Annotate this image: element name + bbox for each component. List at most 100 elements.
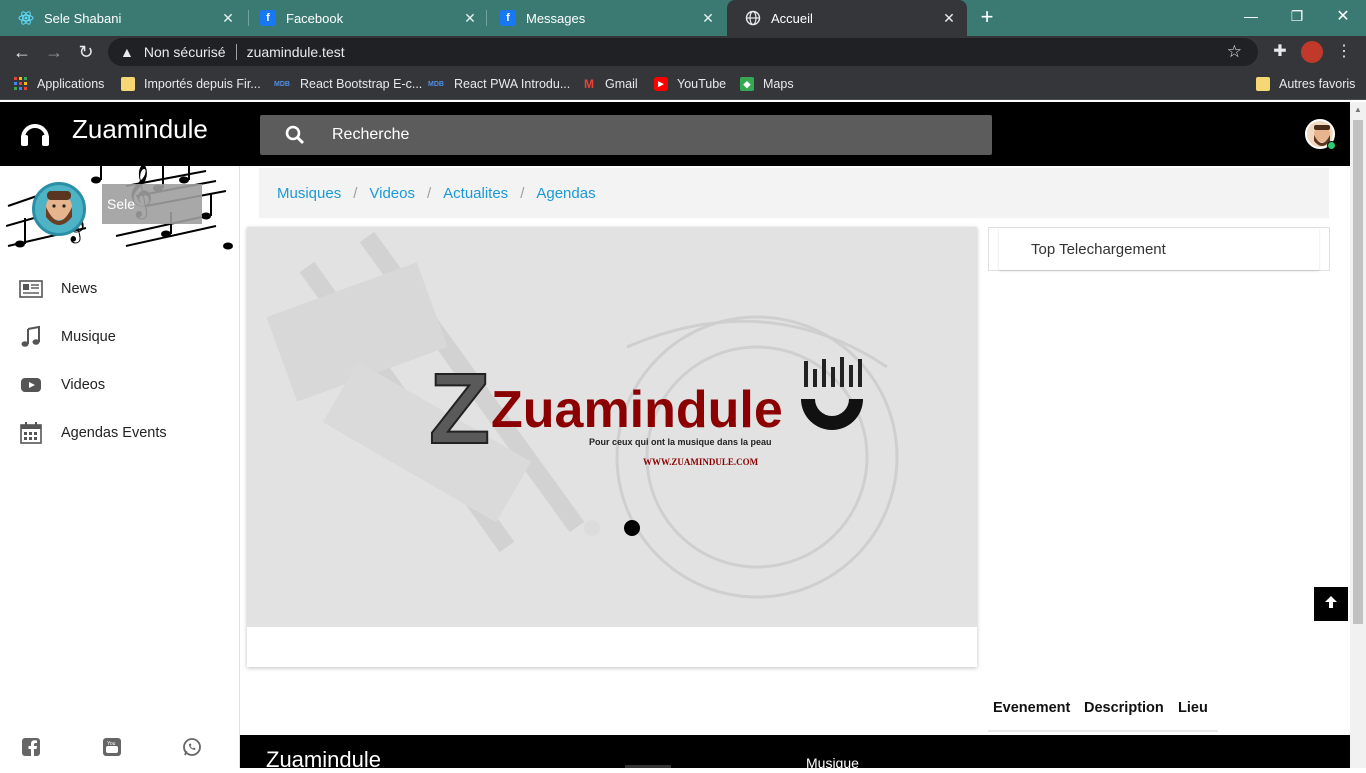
- sidebar-item-label: Musique: [61, 329, 116, 345]
- close-tab-icon[interactable]: ✕: [462, 10, 478, 26]
- newspaper-icon: [19, 280, 43, 298]
- close-tab-icon[interactable]: ✕: [700, 10, 716, 26]
- bookmark-star-icon[interactable]: ☆: [1227, 42, 1242, 62]
- sidebar-item-news[interactable]: News: [0, 269, 240, 309]
- svg-text:Z: Z: [429, 355, 490, 465]
- restore-button[interactable]: ❐: [1274, 0, 1320, 32]
- address-bar[interactable]: ▲ Non sécurisé zuamindule.test ☆: [108, 38, 1258, 66]
- bookmark-applications[interactable]: Applications: [14, 75, 104, 93]
- breadcrumb-separator: /: [426, 184, 432, 202]
- close-tab-icon[interactable]: ✕: [220, 10, 236, 26]
- sidebar-item-agendas-events[interactable]: Agendas Events: [0, 413, 240, 453]
- scroll-up-arrow-icon[interactable]: ▲: [1353, 105, 1363, 115]
- slide-logo-text: Zuamindule: [491, 381, 783, 439]
- breadcrumb-separator: /: [353, 184, 358, 202]
- bookmark-imported-firefox[interactable]: Importés depuis Fir...: [121, 75, 261, 93]
- slide-website: WWW.ZUAMINDULE.COM: [643, 457, 759, 467]
- online-status-dot: [1327, 141, 1336, 150]
- close-window-button[interactable]: ✕: [1320, 0, 1366, 32]
- folder-icon: [1256, 77, 1270, 91]
- back-to-top-button[interactable]: [1314, 587, 1348, 621]
- page-scrollbar[interactable]: ▲: [1350, 102, 1366, 768]
- bookmark-label: React Bootstrap E-c...: [300, 77, 423, 91]
- hero-carousel: Z Zuamindule Pour ceux qui ont la musiqu…: [247, 227, 977, 667]
- bookmark-label: Gmail: [605, 77, 638, 91]
- tab-messages[interactable]: f Messages ✕: [482, 0, 726, 36]
- url-text: zuamindule.test: [246, 44, 345, 60]
- column-header-evenement: Evenement: [993, 700, 1071, 716]
- minimize-button[interactable]: —: [1228, 0, 1274, 32]
- breadcrumb-videos[interactable]: Videos: [369, 185, 415, 202]
- sidebar-item-videos[interactable]: Videos: [0, 365, 240, 405]
- calendar-icon: [20, 422, 42, 444]
- sidebar-banner: 𝄞 𝄞 Sele: [6, 166, 234, 252]
- breadcrumb-separator: /: [520, 184, 525, 202]
- headphones-logo-icon[interactable]: [18, 116, 52, 150]
- gmail-icon: M: [584, 77, 594, 91]
- browser-tab-bar: Sele Shabani ✕ f Facebook ✕ f Messages ✕…: [0, 0, 1366, 36]
- top-downloads-title: Top Telechargement: [1031, 241, 1166, 258]
- mdb-icon: MDB: [274, 80, 290, 88]
- bookmark-react-pwa[interactable]: MDB React PWA Introdu...: [427, 75, 570, 93]
- column-header-description: Description: [1084, 700, 1164, 716]
- breadcrumb-musiques[interactable]: Musiques: [277, 185, 341, 202]
- breadcrumb: Musiques / Videos / Actualites / Agendas: [259, 168, 1329, 218]
- svg-text:You: You: [107, 741, 116, 747]
- site-header: Zuamindule Recherche: [0, 102, 1350, 166]
- bookmark-label: Applications: [37, 77, 105, 91]
- facebook-icon: f: [500, 10, 516, 26]
- carousel-indicators: [247, 627, 977, 667]
- facebook-icon[interactable]: [21, 737, 41, 757]
- security-label: Non sécurisé: [143, 44, 226, 60]
- bookmark-gmail[interactable]: M Gmail: [582, 75, 638, 93]
- sidebar-item-label: News: [61, 281, 98, 297]
- top-downloads-panel: Top Telechargement: [988, 227, 1330, 271]
- slide-tagline: Pour ceux qui ont la musique dans la pea…: [589, 437, 772, 447]
- sidebar-item-musique[interactable]: Musique: [0, 317, 240, 357]
- tab-sele-shabani[interactable]: Sele Shabani ✕: [0, 0, 246, 36]
- sidebar-item-label: Videos: [61, 377, 106, 393]
- sidebar-avatar[interactable]: [32, 182, 86, 236]
- carousel-slide[interactable]: Z Zuamindule Pour ceux qui ont la musiqu…: [247, 227, 977, 627]
- reload-button[interactable]: ↻: [74, 40, 98, 64]
- search-bar[interactable]: Recherche: [260, 115, 992, 155]
- react-icon: [18, 10, 34, 26]
- extensions-puzzle-icon[interactable]: ✚: [1270, 42, 1290, 62]
- web-page: Zuamindule Recherche Sele News Musique V…: [0, 102, 1366, 772]
- sidebar-user-name[interactable]: Sele: [107, 196, 135, 212]
- warning-icon: ▲: [120, 44, 134, 60]
- top-downloads-header: Top Telechargement: [999, 228, 1319, 270]
- bookmark-other-favorites[interactable]: Autres favoris: [1256, 75, 1355, 93]
- bookmark-label: YouTube: [677, 77, 727, 91]
- profile-avatar-icon[interactable]: [1301, 41, 1323, 63]
- music-note-icon: [21, 325, 40, 347]
- site-brand[interactable]: Zuamindule: [72, 114, 208, 145]
- carousel-dot-1[interactable]: [584, 520, 600, 536]
- back-button[interactable]: ←: [10, 40, 34, 64]
- new-tab-button[interactable]: +: [976, 6, 998, 28]
- bookmark-label: React PWA Introdu...: [454, 77, 571, 91]
- search-placeholder: Recherche: [332, 126, 410, 143]
- tab-accueil[interactable]: Accueil ✕: [727, 0, 967, 36]
- address-divider: [235, 44, 237, 60]
- menu-kebab-icon[interactable]: ⋮: [1334, 42, 1354, 62]
- bookmark-react-bootstrap[interactable]: MDB React Bootstrap E-c...: [273, 75, 422, 93]
- carousel-dot-2[interactable]: [624, 520, 640, 536]
- scrollbar-thumb[interactable]: [1353, 120, 1363, 624]
- site-footer: Zuamindule Musique: [240, 735, 1350, 772]
- forward-button[interactable]: →: [42, 40, 66, 64]
- youtube-icon[interactable]: You: [102, 737, 122, 757]
- breadcrumb-agendas[interactable]: Agendas: [536, 185, 595, 202]
- breadcrumb-actualites[interactable]: Actualites: [443, 185, 508, 202]
- tab-facebook[interactable]: f Facebook ✕: [242, 0, 488, 36]
- sidebar: 𝄞 𝄞 Sele News: [0, 166, 240, 768]
- close-tab-icon[interactable]: ✕: [941, 10, 957, 26]
- bookmark-maps[interactable]: ◆ Maps: [740, 75, 794, 93]
- bookmark-label: Maps: [763, 77, 794, 91]
- globe-icon: [745, 10, 761, 26]
- sidebar-item-label: Agendas Events: [61, 425, 167, 441]
- whatsapp-icon[interactable]: [182, 737, 202, 757]
- mdb-icon: MDB: [428, 80, 444, 88]
- youtube-icon: ▶: [654, 77, 668, 91]
- bookmark-youtube[interactable]: ▶ YouTube: [654, 75, 726, 93]
